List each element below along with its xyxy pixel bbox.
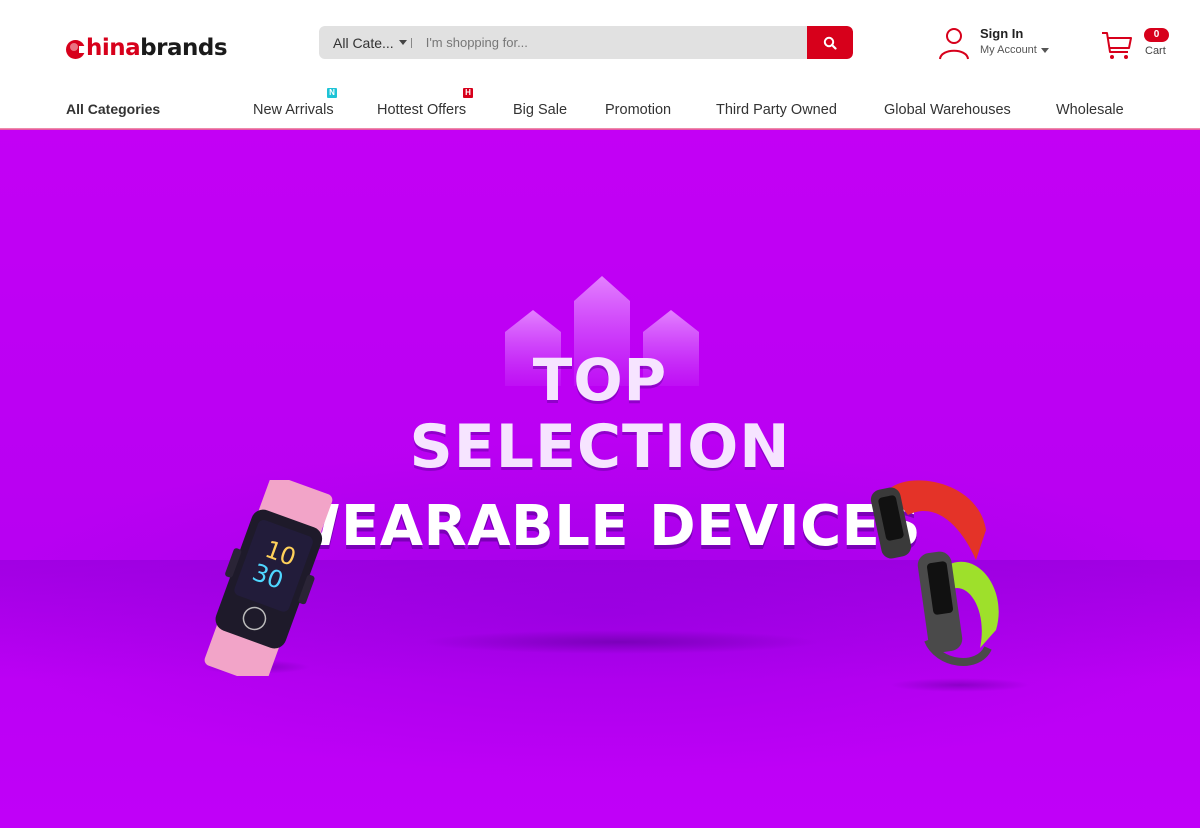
my-account-label: My Account xyxy=(980,44,1037,56)
logo-text-black: brands xyxy=(140,35,228,61)
search-icon xyxy=(823,36,837,50)
sport-fitness-bands-image xyxy=(870,480,999,666)
search-bar: All Cate... xyxy=(319,26,853,59)
sign-in-link[interactable]: Sign In xyxy=(980,26,1049,42)
banner-headline-top: TOP xyxy=(532,346,668,414)
nav-item-third-party-owned[interactable]: Third Party Owned xyxy=(716,102,837,118)
my-account-dropdown[interactable]: My Account xyxy=(980,42,1049,58)
nav-item-label: New Arrivals xyxy=(253,102,334,118)
chevron-down-icon xyxy=(1040,47,1049,53)
category-dropdown-label: All Cate... xyxy=(333,34,394,51)
hero-banner[interactable]: TOP SELECTION WEARABLE DEVICES 10 30 xyxy=(0,130,1200,828)
chevron-down-icon xyxy=(398,40,407,45)
user-icon xyxy=(939,28,969,60)
nav-item-big-sale[interactable]: Big Sale xyxy=(513,102,567,118)
search-divider xyxy=(410,37,412,48)
pink-fitness-band-image: 10 30 xyxy=(204,480,333,676)
banner-headline-selection: SELECTION xyxy=(409,412,791,482)
new-badge: N xyxy=(327,88,337,98)
banner-horizon xyxy=(0,560,1200,680)
banner-floor-shadow xyxy=(420,630,820,654)
cart-count-badge: 0 xyxy=(1144,28,1169,42)
nav-item-new-arrivals[interactable]: N New Arrivals xyxy=(253,88,337,118)
nav-item-global-warehouses[interactable]: Global Warehouses xyxy=(884,102,1011,118)
nav-item-label: Hottest Offers xyxy=(377,102,467,118)
right-watch-shadow xyxy=(890,678,1030,692)
cart-label: Cart xyxy=(1145,45,1166,57)
chinabrands-logo[interactable]: hina brands xyxy=(66,33,228,63)
category-dropdown[interactable]: All Cate... xyxy=(319,26,407,59)
search-button[interactable] xyxy=(807,26,853,59)
logo-text-red: hina xyxy=(86,35,141,61)
hot-badge: H xyxy=(463,88,473,98)
nav-item-wholesale[interactable]: Wholesale xyxy=(1056,102,1124,118)
account-menu[interactable]: Sign In My Account xyxy=(938,26,1049,66)
main-nav: All Categories N New Arrivals H Hottest … xyxy=(0,84,1200,128)
globe-icon xyxy=(66,39,87,59)
nav-item-hottest-offers[interactable]: H Hottest Offers xyxy=(377,88,473,118)
cart-icon xyxy=(1102,32,1132,59)
all-categories-menu[interactable]: All Categories xyxy=(66,101,160,117)
banner-headline-wearable: WEARABLE DEVICES xyxy=(278,494,922,559)
cart-button[interactable]: 0 Cart xyxy=(1100,28,1180,64)
site-header: hina brands All Cate... Sign In My Accou… xyxy=(0,0,1200,84)
nav-item-promotion[interactable]: Promotion xyxy=(605,102,671,118)
search-input[interactable] xyxy=(425,26,807,59)
